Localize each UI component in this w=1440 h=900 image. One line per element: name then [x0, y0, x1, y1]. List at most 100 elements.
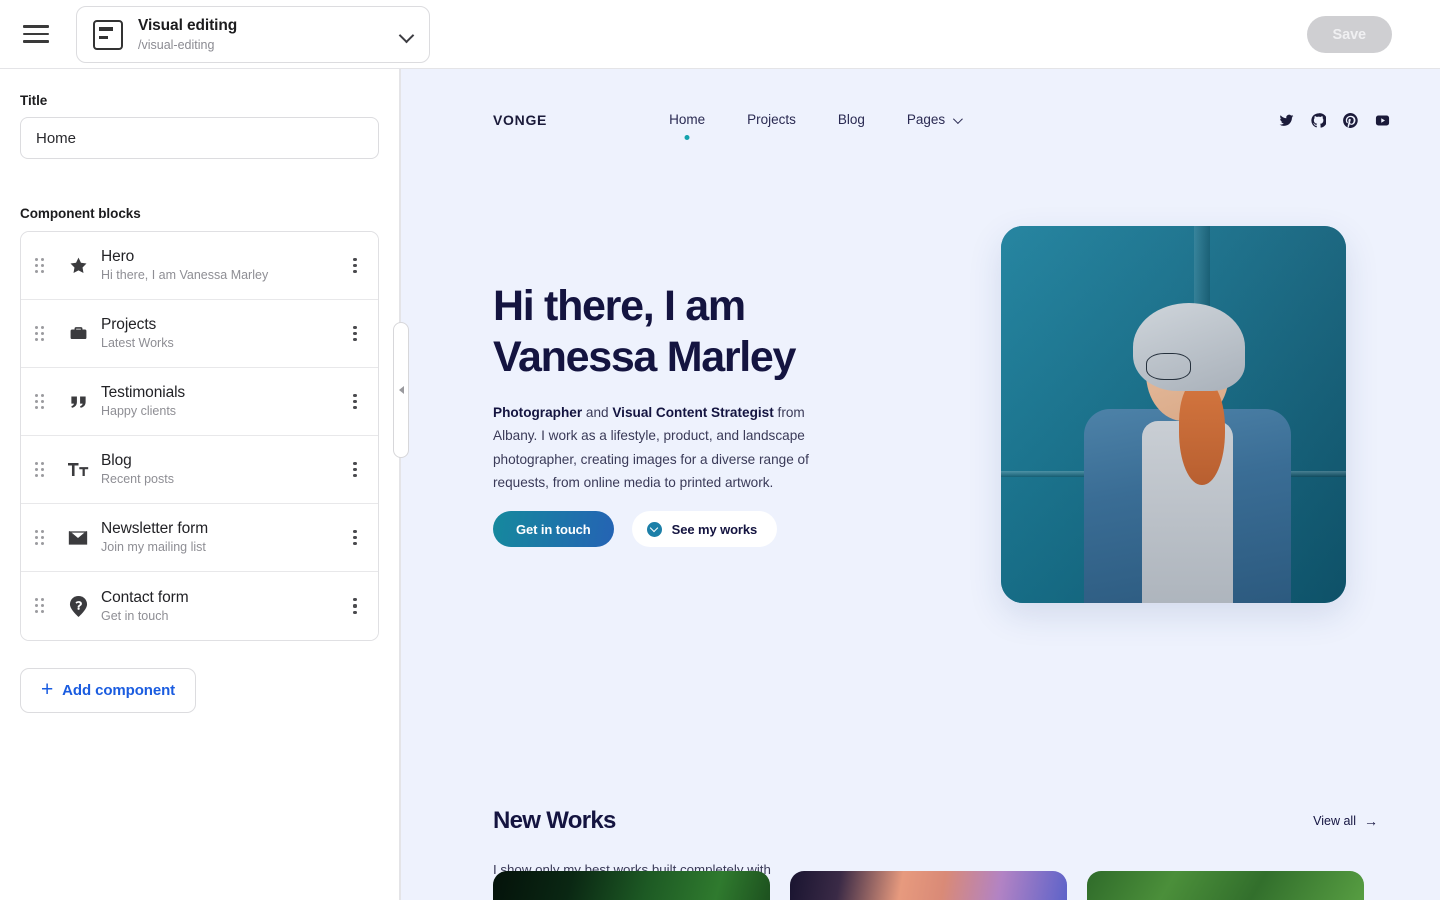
add-component-button[interactable]: + Add component: [20, 668, 197, 713]
see-my-works-button[interactable]: See my works: [631, 511, 778, 547]
hero-heading-line2: Vanessa Marley: [493, 332, 796, 381]
view-all-link[interactable]: View all →: [1313, 814, 1378, 828]
kebab-menu-icon[interactable]: [344, 459, 366, 481]
add-component-label: Add component: [62, 682, 176, 699]
block-subtitle: Happy clients: [101, 404, 177, 419]
arrow-right-icon: →: [1364, 813, 1378, 829]
nav-link-home[interactable]: Home: [669, 112, 705, 129]
block-text: Projects Latest Works: [101, 315, 344, 352]
block-row-newsletter-form[interactable]: Newsletter form Join my mailing list: [21, 504, 378, 572]
panel-collapse-handle[interactable]: [393, 322, 409, 458]
block-row-hero[interactable]: Hero Hi there, I am Vanessa Marley: [21, 232, 378, 300]
kebab-menu-icon[interactable]: [344, 391, 366, 413]
editor-sidebar: Title Component blocks Hero Hi there, I …: [0, 69, 400, 900]
block-subtitle: Latest Works: [101, 336, 174, 351]
hero-heading: Hi there, I am Vanessa Marley: [493, 281, 923, 382]
block-subtitle: Get in touch: [101, 608, 169, 623]
quote-icon: [65, 394, 91, 410]
site-nav-links: Home Projects Blog Pages: [669, 111, 963, 129]
chevron-down-icon[interactable]: [399, 27, 415, 43]
nav-link-projects[interactable]: Projects: [747, 112, 796, 129]
social-links: [1279, 112, 1390, 128]
title-input[interactable]: [20, 117, 379, 159]
nav-link-label: Home: [669, 111, 706, 127]
nav-link-pages[interactable]: Pages: [906, 111, 963, 129]
drag-dots-icon[interactable]: [35, 529, 47, 546]
block-subtitle: Recent posts: [101, 472, 174, 487]
hero-buttons: Get in touch See my works: [493, 511, 778, 547]
title-field-label: Title: [20, 93, 48, 108]
hero-paragraph: Photographer and Visual Content Strategi…: [493, 401, 823, 495]
block-text: Hero Hi there, I am Vanessa Marley: [101, 247, 344, 284]
block-text: Newsletter form Join my mailing list: [101, 519, 344, 556]
drag-dots-icon[interactable]: [35, 325, 47, 342]
view-all-label: View all: [1313, 814, 1356, 828]
star-icon: [65, 256, 91, 275]
block-text: Contact form Get in touch: [101, 588, 344, 625]
hamburger-bar: [23, 40, 49, 43]
drag-dots-icon[interactable]: [35, 598, 47, 614]
block-row-blog[interactable]: Blog Recent posts: [21, 436, 378, 504]
page-selector[interactable]: Visual editing /visual-editing: [76, 6, 430, 63]
get-in-touch-button[interactable]: Get in touch: [493, 511, 614, 547]
twitter-icon[interactable]: [1279, 113, 1294, 128]
kebab-menu-icon[interactable]: [344, 527, 366, 549]
github-icon[interactable]: [1311, 112, 1326, 128]
component-blocks-list: Hero Hi there, I am Vanessa Marley Proje…: [20, 231, 379, 641]
chevron-left-icon: [398, 386, 404, 394]
pinterest-icon[interactable]: [1343, 112, 1358, 128]
photo-beanie: [1133, 303, 1246, 392]
chevron-down-icon: [952, 113, 963, 124]
drag-dots-icon[interactable]: [35, 257, 47, 274]
see-my-works-label: See my works: [671, 521, 758, 537]
site-navbar: VONGE Home Projects Blog Pages: [401, 99, 1440, 141]
block-row-projects[interactable]: Projects Latest Works: [21, 300, 378, 368]
block-row-contact-form[interactable]: Contact form Get in touch: [21, 572, 378, 640]
hero-portrait-photo: [1001, 226, 1346, 603]
page-selector-text: Visual editing /visual-editing: [138, 16, 399, 52]
kebab-menu-icon[interactable]: [344, 323, 366, 345]
block-title: Blog: [101, 452, 132, 470]
photo-hair: [1179, 379, 1225, 486]
block-title: Contact form: [101, 588, 189, 606]
hero-paragraph-strong-2: Visual Content Strategist: [612, 405, 774, 420]
nav-link-label: Projects: [747, 111, 796, 127]
top-toolbar: Visual editing /visual-editing Save: [0, 0, 1440, 69]
block-subtitle: Hi there, I am Vanessa Marley: [101, 268, 269, 283]
nav-link-label: Pages: [906, 111, 946, 127]
hero-heading-line1: Hi there, I am: [493, 282, 746, 330]
new-works-title: New Works: [493, 807, 616, 834]
block-title: Hero: [101, 248, 135, 266]
help-pin-icon: [65, 595, 91, 617]
youtube-icon[interactable]: [1375, 113, 1390, 128]
kebab-menu-icon[interactable]: [344, 255, 366, 277]
work-card-forest[interactable]: [1087, 871, 1364, 900]
block-title: Newsletter form: [101, 520, 209, 538]
work-card-leaves[interactable]: [493, 871, 770, 900]
site-logo[interactable]: VONGE: [493, 112, 547, 128]
photo-person: [1083, 303, 1291, 603]
block-row-testimonials[interactable]: Testimonials Happy clients: [21, 368, 378, 436]
block-text: Testimonials Happy clients: [101, 383, 344, 420]
new-works-cards: [493, 871, 1383, 900]
work-card-canyon[interactable]: [790, 871, 1067, 900]
hero-paragraph-strong-1: Photographer: [493, 405, 583, 420]
envelope-icon: [65, 530, 91, 546]
site-preview: VONGE Home Projects Blog Pages Hi there,…: [401, 69, 1440, 900]
hamburger-bar: [23, 32, 49, 36]
page-layout-icon: [93, 19, 123, 50]
photo-glasses: [1145, 353, 1192, 380]
block-title: Projects: [101, 316, 157, 334]
drag-dots-icon[interactable]: [35, 461, 47, 478]
drag-dots-icon[interactable]: [35, 393, 47, 410]
block-text: Blog Recent posts: [101, 451, 344, 488]
block-subtitle: Join my mailing list: [101, 540, 206, 555]
save-button[interactable]: Save: [1306, 16, 1392, 53]
hamburger-bar: [23, 25, 49, 28]
hero-paragraph-mid: and: [582, 405, 613, 420]
text-size-icon: [65, 461, 91, 478]
nav-link-label: Blog: [837, 111, 865, 127]
kebab-menu-icon[interactable]: [344, 595, 366, 617]
hamburger-icon[interactable]: [23, 25, 49, 43]
nav-link-blog[interactable]: Blog: [838, 112, 865, 129]
